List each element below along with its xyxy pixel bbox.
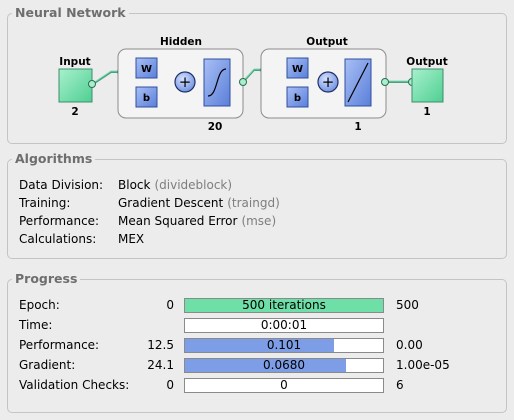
progress-label: Validation Checks: [19,378,130,392]
algorithm-key: Data Division: [19,178,104,192]
progress-row-validation-checks: Validation Checks: 0 0 6 [8,375,508,395]
progress-min: 0 [166,378,174,392]
progress-title: Progress [12,271,81,287]
algorithm-value-text: MEX [118,232,145,246]
progress-label: Time: [19,318,53,332]
output-size: 1 [423,106,430,118]
hidden-layer-label: Hidden [160,36,202,48]
output-layer-size: 1 [354,121,361,133]
algorithms-group: Algorithms Data Division: Block (dividebl… [7,151,507,259]
output-label: Output [406,56,447,68]
algorithm-value-text: Block [118,178,151,192]
time-progress-bar: 0:00:01 [184,318,384,333]
output-layer-label: Output [306,36,347,48]
progress-label: Performance: [19,338,100,352]
epoch-progress-bar: 500 iterations [184,298,384,313]
progress-row-performance: Performance: 12.5 0.101 0.00 [8,335,508,355]
progress-row-gradient: Gradient: 24.1 0.0680 1.00e-05 [8,355,508,375]
progress-label: Epoch: [19,298,60,312]
performance-progress-bar: 0.101 [184,338,384,353]
input-label: Input [59,56,90,68]
algorithm-value: MEX [118,230,144,248]
algorithm-function: (mse) [241,214,277,228]
neural-network-group: Neural Network Input 2 Hidden W b + 20 O… [7,5,507,144]
progress-row-epoch: Epoch: 0 500 iterations 500 [8,295,508,315]
algorithm-value: Mean Squared Error (mse) [118,212,276,230]
validation-checks-progress-bar: 0 [184,378,384,393]
hidden-sum-label: + [179,73,192,91]
progress-value: 0 [280,378,288,392]
input-block [58,68,93,103]
algorithm-value-text: Mean Squared Error [118,214,238,228]
algorithms-title: Algorithms [12,151,96,167]
progress-value: 500 iterations [242,298,326,312]
progress-max: 1.00e-05 [396,358,450,372]
progress-group: Progress Epoch: 0 500 iterations 500 Tim… [7,271,508,413]
progress-max: 6 [396,378,404,392]
algorithm-key: Performance: [19,214,100,228]
algorithm-value-text: Gradient Descent [118,196,224,210]
progress-value: 0:00:01 [260,318,308,332]
progress-label: Gradient: [19,358,76,372]
output-weight-label: W [292,64,303,75]
algorithm-function: (divideblock) [154,178,233,192]
algorithm-key: Training: [19,196,71,210]
output-block [411,68,444,103]
gradient-progress-bar: 0.0680 [184,358,384,373]
input-size: 2 [71,106,78,118]
algorithm-function: (traingd) [227,196,280,210]
output-sum-label: + [322,73,335,91]
progress-min: 12.5 [147,338,174,352]
algorithm-value: Block (divideblock) [118,176,232,194]
progress-min: 0 [166,298,174,312]
progress-row-time: Time: 0:00:01 [8,315,508,335]
progress-max: 0.00 [396,338,423,352]
hidden-bias-label: b [143,93,150,104]
progress-max: 500 [396,298,419,312]
hidden-size: 20 [208,121,223,133]
algorithm-key: Calculations: [19,232,97,246]
progress-min: 24.1 [147,358,174,372]
output-bias-label: b [294,93,301,104]
progress-value: 0.0680 [263,358,305,372]
hidden-weight-label: W [141,64,152,75]
progress-value: 0.101 [266,338,302,352]
algorithm-value: Gradient Descent (traingd) [118,194,280,212]
network-diagram: Input 2 Hidden W b + 20 Output W b + 1 O… [58,36,448,133]
